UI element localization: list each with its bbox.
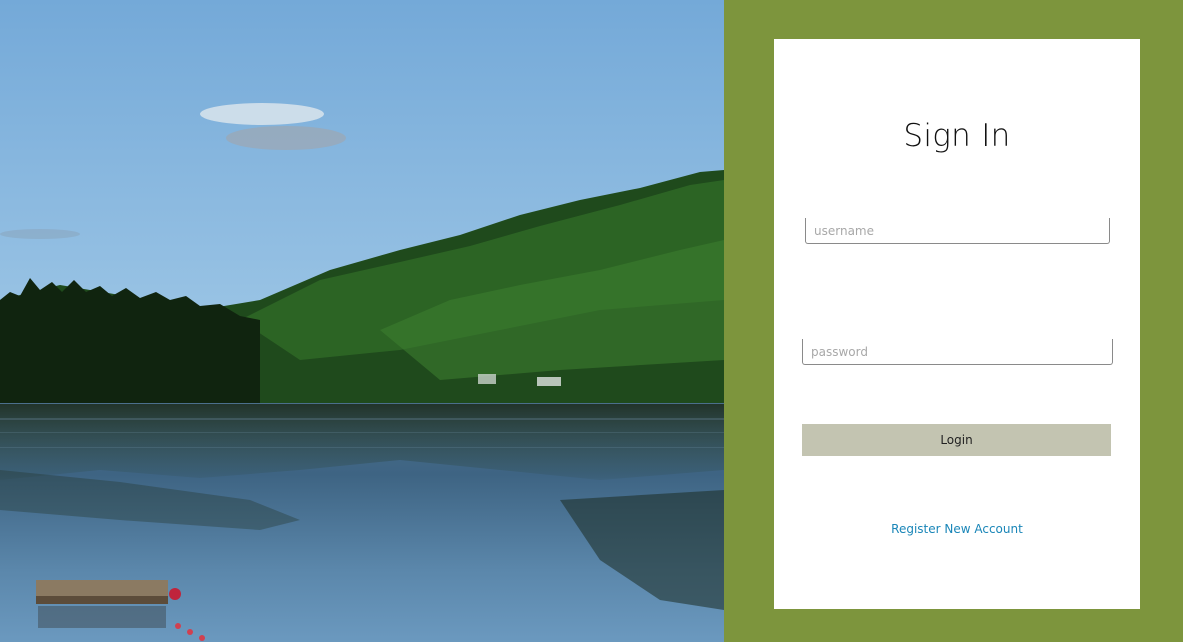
login-page: Sign In Login Register New Account <box>0 0 1183 642</box>
page-title: Sign In <box>903 118 1011 154</box>
password-field[interactable] <box>802 339 1113 365</box>
username-field[interactable] <box>805 218 1110 244</box>
lake-landscape-photo <box>0 0 724 642</box>
login-button[interactable]: Login <box>802 424 1111 456</box>
register-new-account-link[interactable]: Register New Account <box>774 522 1140 536</box>
signin-card: Sign In Login Register New Account <box>774 39 1140 609</box>
right-panel: Sign In Login Register New Account <box>724 0 1183 642</box>
